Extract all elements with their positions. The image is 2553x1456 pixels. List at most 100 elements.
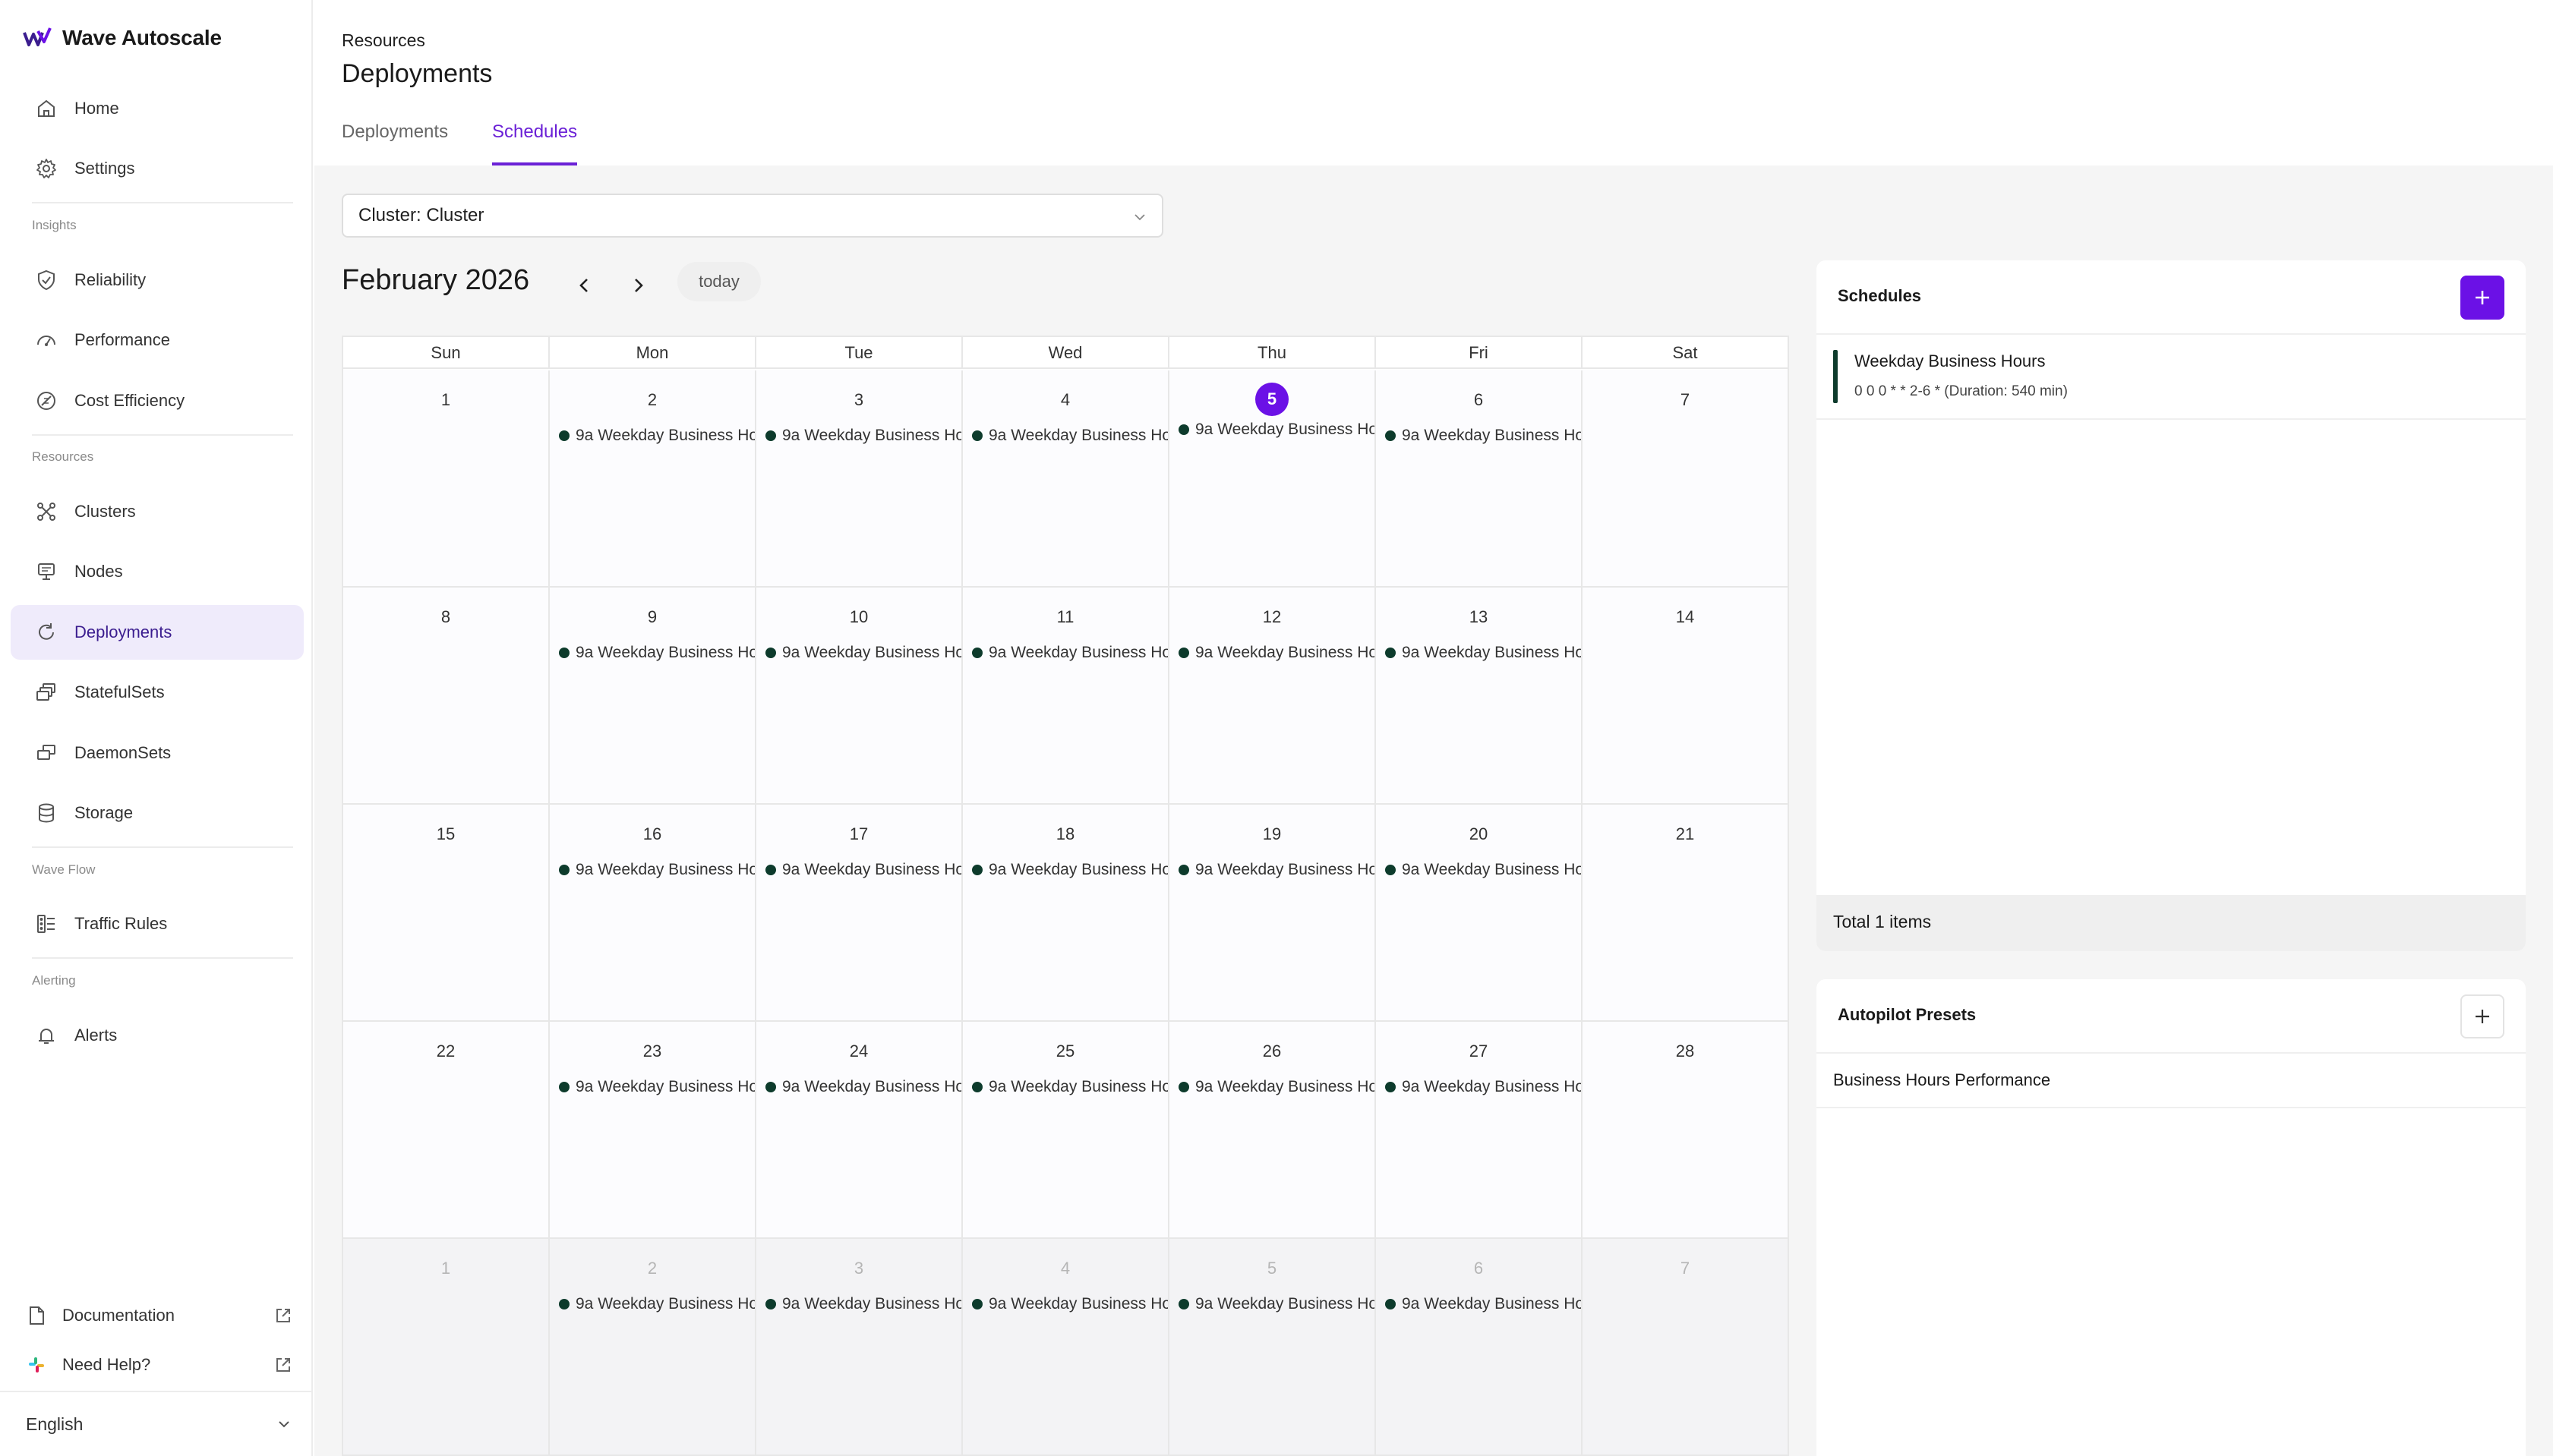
sidebar-item-storage[interactable]: Storage	[11, 786, 304, 840]
calendar-day-cell[interactable]: 8	[343, 588, 550, 803]
calendar-day-cell[interactable]: 19 9a Weekday Business Hours	[1169, 805, 1376, 1020]
calendar-day-cell[interactable]: 6 9a Weekday Business Hours	[1376, 370, 1583, 586]
calendar-event[interactable]: 9a Weekday Business Hours	[1385, 861, 1581, 879]
calendar-day-cell[interactable]: 21	[1583, 805, 1788, 1020]
calendar-day-cell[interactable]: 27 9a Weekday Business Hours	[1376, 1022, 1583, 1237]
calendar-day-cell[interactable]: 9 9a Weekday Business Hours	[550, 588, 756, 803]
calendar-day-cell[interactable]: 1	[343, 370, 550, 586]
schedule-list-item[interactable]: Weekday Business Hours 0 0 0 * * 2-6 * (…	[1816, 335, 2526, 420]
sidebar-item-deployments[interactable]: Deployments	[11, 605, 304, 660]
day-number[interactable]: 22	[343, 1042, 548, 1061]
calendar-event[interactable]: 9a Weekday Business Hours	[765, 1295, 961, 1313]
calendar-day-cell[interactable]: 7	[1583, 370, 1788, 586]
sidebar-item-clusters[interactable]: Clusters	[11, 484, 304, 539]
sidebar-item-daemonsets[interactable]: DaemonSets	[11, 726, 304, 780]
sidebar-item-cost-efficiency[interactable]: Cost Efficiency	[11, 373, 304, 428]
day-number[interactable]: 6	[1376, 390, 1581, 410]
calendar-day-cell[interactable]: 12 9a Weekday Business Hours	[1169, 588, 1376, 803]
day-number[interactable]: 17	[756, 824, 961, 844]
calendar-day-cell[interactable]: 7	[1583, 1239, 1788, 1454]
day-number[interactable]: 4	[963, 390, 1168, 410]
tab-schedules[interactable]: Schedules	[492, 121, 578, 165]
sidebar-item-home[interactable]: Home	[11, 81, 304, 136]
calendar-day-cell[interactable]: 10 9a Weekday Business Hours	[756, 588, 963, 803]
calendar-day-cell[interactable]: 6 9a Weekday Business Hours	[1376, 1239, 1583, 1454]
calendar-day-cell[interactable]: 13 9a Weekday Business Hours	[1376, 588, 1583, 803]
day-number[interactable]: 6	[1376, 1259, 1581, 1278]
day-number[interactable]: 26	[1169, 1042, 1374, 1061]
calendar-day-cell[interactable]: 23 9a Weekday Business Hours	[550, 1022, 756, 1237]
day-number[interactable]: 27	[1376, 1042, 1581, 1061]
day-number[interactable]: 13	[1376, 607, 1581, 627]
day-number[interactable]: 23	[550, 1042, 755, 1061]
calendar-event[interactable]: 9a Weekday Business Hours	[765, 644, 961, 662]
prev-month-button[interactable]	[570, 270, 600, 301]
day-number[interactable]: 28	[1583, 1042, 1788, 1061]
calendar-event[interactable]: 9a Weekday Business Hours	[1385, 644, 1581, 662]
day-number[interactable]: 5	[1169, 1259, 1374, 1278]
day-number[interactable]: 3	[756, 390, 961, 410]
day-number[interactable]: 1	[343, 390, 548, 410]
calendar-event[interactable]: 9a Weekday Business Hours	[559, 1078, 755, 1096]
day-number[interactable]: 8	[343, 607, 548, 627]
cluster-select[interactable]: Cluster: Cluster	[342, 194, 1163, 238]
day-number[interactable]: 10	[756, 607, 961, 627]
sidebar-item-nodes[interactable]: Nodes	[11, 544, 304, 599]
day-number[interactable]: 4	[963, 1259, 1168, 1278]
day-number[interactable]: 11	[963, 607, 1168, 627]
calendar-event[interactable]: 9a Weekday Business Hours	[559, 1295, 755, 1313]
calendar-event[interactable]: 9a Weekday Business Hours	[765, 861, 961, 879]
calendar-day-cell[interactable]: 3 9a Weekday Business Hours	[756, 370, 963, 586]
calendar-event[interactable]: 9a Weekday Business Hours	[1385, 1295, 1581, 1313]
calendar-day-cell[interactable]: 16 9a Weekday Business Hours	[550, 805, 756, 1020]
calendar-day-cell[interactable]: 14	[1583, 588, 1788, 803]
calendar-event[interactable]: 9a Weekday Business Hours	[972, 644, 1168, 662]
sidebar-item-alerts[interactable]: Alerts	[11, 1008, 304, 1063]
day-number[interactable]: 14	[1583, 607, 1788, 627]
calendar-day-cell[interactable]: 5 9a Weekday Business Hours	[1169, 370, 1376, 586]
calendar-day-cell[interactable]: 4 9a Weekday Business Hours	[963, 370, 1169, 586]
calendar-day-cell[interactable]: 25 9a Weekday Business Hours	[963, 1022, 1169, 1237]
calendar-day-cell[interactable]: 2 9a Weekday Business Hours	[550, 370, 756, 586]
sidebar-item-settings[interactable]: Settings	[11, 141, 304, 196]
calendar-day-cell[interactable]: 2 9a Weekday Business Hours	[550, 1239, 756, 1454]
day-number[interactable]: 2	[550, 390, 755, 410]
tab-deployments[interactable]: Deployments	[342, 121, 448, 165]
calendar-event[interactable]: 9a Weekday Business Hours	[972, 861, 1168, 879]
calendar-day-cell[interactable]: 18 9a Weekday Business Hours	[963, 805, 1169, 1020]
calendar-event[interactable]: 9a Weekday Business Hours	[559, 861, 755, 879]
calendar-day-cell[interactable]: 28	[1583, 1022, 1788, 1237]
day-number[interactable]: 2	[550, 1259, 755, 1278]
day-number[interactable]: 21	[1583, 824, 1788, 844]
today-date-badge[interactable]: 5	[1255, 383, 1289, 416]
sidebar-item-performance[interactable]: Performance	[11, 313, 304, 367]
add-preset-button[interactable]	[2460, 994, 2504, 1038]
day-number[interactable]: 20	[1376, 824, 1581, 844]
calendar-event[interactable]: 9a Weekday Business Hours	[1385, 1078, 1581, 1096]
calendar-day-cell[interactable]: 11 9a Weekday Business Hours	[963, 588, 1169, 803]
add-schedule-button[interactable]	[2460, 276, 2504, 320]
day-number[interactable]: 7	[1583, 1259, 1788, 1278]
app-logo[interactable]: Wave Autoscale	[23, 23, 222, 53]
sidebar-item-traffic-rules[interactable]: Traffic Rules	[11, 897, 304, 951]
need-help-link[interactable]: Need Help?	[26, 1346, 293, 1384]
day-number[interactable]: 15	[343, 824, 548, 844]
calendar-event[interactable]: 9a Weekday Business Hours	[972, 1295, 1168, 1313]
sidebar-item-reliability[interactable]: Reliability	[11, 253, 304, 307]
preset-list-item[interactable]: Business Hours Performance	[1816, 1054, 2526, 1108]
calendar-day-cell[interactable]: 26 9a Weekday Business Hours	[1169, 1022, 1376, 1237]
calendar-event[interactable]: 9a Weekday Business Hours	[765, 1078, 961, 1096]
day-number[interactable]: 7	[1583, 390, 1788, 410]
day-number[interactable]: 12	[1169, 607, 1374, 627]
calendar-event[interactable]: 9a Weekday Business Hours	[1179, 1295, 1374, 1313]
calendar-day-cell[interactable]: 5 9a Weekday Business Hours	[1169, 1239, 1376, 1454]
breadcrumb[interactable]: Resources	[342, 30, 425, 51]
calendar-day-cell[interactable]: 15	[343, 805, 550, 1020]
sidebar-item-statefulsets[interactable]: StatefulSets	[11, 665, 304, 720]
calendar-event[interactable]: 9a Weekday Business Hours	[1179, 1078, 1374, 1096]
calendar-day-cell[interactable]: 20 9a Weekday Business Hours	[1376, 805, 1583, 1020]
next-month-button[interactable]	[623, 270, 653, 301]
calendar-event[interactable]: 9a Weekday Business Hours	[559, 644, 755, 662]
day-number[interactable]: 3	[756, 1259, 961, 1278]
calendar-event[interactable]: 9a Weekday Business Hours	[765, 427, 961, 445]
